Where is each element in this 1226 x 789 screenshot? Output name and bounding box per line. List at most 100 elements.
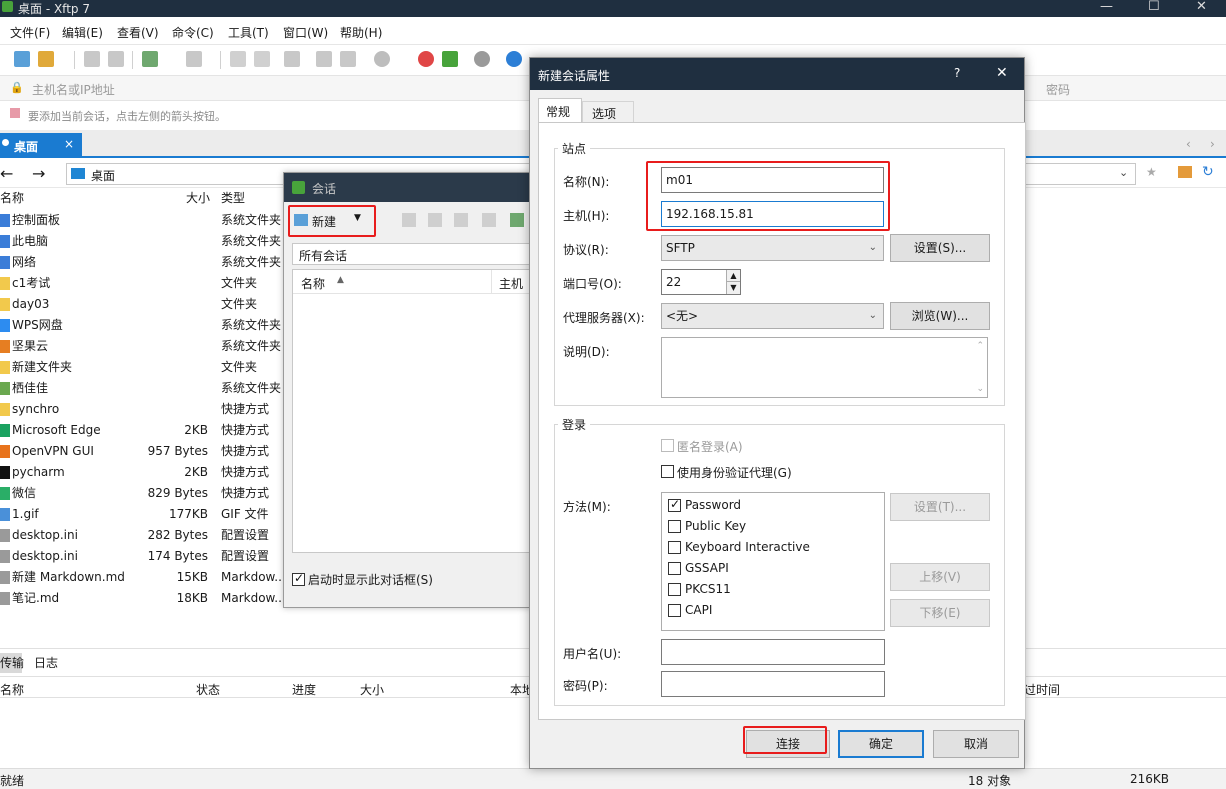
- method-checkbox[interactable]: [668, 583, 681, 596]
- tab-transfer[interactable]: 传输: [0, 654, 24, 671]
- file-row[interactable]: 新建文件夹 文件夹: [0, 357, 290, 378]
- password-input[interactable]: [661, 671, 885, 697]
- file-row[interactable]: 栖佳佳 系统文件夹: [0, 378, 290, 399]
- scroll-up-icon[interactable]: ⌃: [976, 341, 984, 351]
- port-up-icon[interactable]: ▲: [726, 270, 740, 282]
- method-checkbox[interactable]: [668, 520, 681, 533]
- close-window-icon[interactable]: ✕: [1196, 0, 1207, 14]
- xshell-icon[interactable]: [418, 51, 434, 67]
- scroll-down-icon[interactable]: ⌄: [976, 384, 984, 394]
- transfer-col-progress[interactable]: 进度: [292, 681, 316, 698]
- tab-desktop[interactable]: 桌面 ×: [0, 133, 82, 158]
- tab-next-icon[interactable]: ›: [1210, 137, 1215, 151]
- swap-icon[interactable]: [284, 51, 300, 67]
- refresh-icon[interactable]: ↻: [1202, 164, 1214, 180]
- menu-tools[interactable]: 工具(T): [228, 24, 269, 41]
- menu-window[interactable]: 窗口(W): [283, 24, 328, 41]
- session-list[interactable]: 名称 ▲ 主机: [292, 269, 532, 553]
- file-row[interactable]: pycharm 2KB 快捷方式: [0, 462, 290, 483]
- method-checkbox[interactable]: [668, 604, 681, 617]
- home-icon[interactable]: [1178, 166, 1192, 178]
- menu-command[interactable]: 命令(C): [172, 24, 214, 41]
- cancel-button[interactable]: 取消: [933, 730, 1019, 758]
- session-properties-icon[interactable]: [510, 213, 524, 227]
- paste-session-icon[interactable]: [454, 213, 468, 227]
- port-input[interactable]: 22 ▲ ▼: [661, 269, 741, 295]
- transfer-col-status[interactable]: 状态: [196, 681, 220, 698]
- open-folder-icon[interactable]: [38, 51, 54, 67]
- transfer-col-time[interactable]: 过时间: [1024, 681, 1060, 698]
- globe-icon[interactable]: [374, 51, 390, 67]
- path-dropdown-icon[interactable]: ⌄: [1119, 166, 1128, 179]
- move-down-button[interactable]: 下移(E): [890, 599, 990, 627]
- proxy-browse-button[interactable]: 浏览(W)...: [890, 302, 990, 330]
- terminal-icon[interactable]: [186, 51, 202, 67]
- delete-session-icon[interactable]: [482, 213, 496, 227]
- transfer-icon[interactable]: [142, 51, 158, 67]
- new-session-icon[interactable]: [14, 51, 30, 67]
- xftp-icon[interactable]: [442, 51, 458, 67]
- port-down-icon[interactable]: ▼: [726, 282, 740, 294]
- file-row[interactable]: 新建 Markdown.md 15KB Markdow...: [0, 567, 290, 588]
- method-list[interactable]: Password Public Key Keyboard Interactive GS…: [661, 492, 885, 631]
- back-icon[interactable]: ←: [0, 164, 13, 183]
- transfer-col-size[interactable]: 大小: [360, 681, 384, 698]
- file-row[interactable]: 控制面板 系统文件夹: [0, 210, 290, 231]
- tab-general[interactable]: 常规: [538, 98, 582, 122]
- method-settings-button[interactable]: 设置(T)...: [890, 493, 990, 521]
- username-input[interactable]: [661, 639, 885, 665]
- file-row[interactable]: synchro 快捷方式: [0, 399, 290, 420]
- unlink-icon[interactable]: [108, 51, 124, 67]
- document-icon[interactable]: [230, 51, 246, 67]
- document2-icon[interactable]: [254, 51, 270, 67]
- file-row[interactable]: c1考试 文件夹: [0, 273, 290, 294]
- file-row[interactable]: desktop.ini 282 Bytes 配置设置: [0, 525, 290, 546]
- file-row[interactable]: OpenVPN GUI 957 Bytes 快捷方式: [0, 441, 290, 462]
- description-textarea[interactable]: ⌃ ⌄: [661, 337, 988, 398]
- file-row[interactable]: 此电脑 系统文件夹: [0, 231, 290, 252]
- session-col-host[interactable]: 主机: [499, 275, 523, 292]
- file-row[interactable]: Microsoft Edge 2KB 快捷方式: [0, 420, 290, 441]
- transfer-col-name[interactable]: 名称: [0, 681, 24, 698]
- help-button[interactable]: ?: [954, 66, 960, 80]
- menu-file[interactable]: 文件(F): [10, 24, 50, 41]
- file-row[interactable]: 坚果云 系统文件夹: [0, 336, 290, 357]
- star-icon[interactable]: ★: [1146, 165, 1157, 179]
- menu-view[interactable]: 查看(V): [117, 24, 159, 41]
- file-row[interactable]: WPS网盘 系统文件夹: [0, 315, 290, 336]
- menu-edit[interactable]: 编辑(E): [62, 24, 103, 41]
- copy-icon[interactable]: [316, 51, 332, 67]
- protocol-settings-button[interactable]: 设置(S)...: [890, 234, 990, 262]
- col-size-header[interactable]: 大小: [186, 188, 210, 209]
- minimize-icon[interactable]: —: [1100, 0, 1113, 14]
- tab-prev-icon[interactable]: ‹: [1186, 137, 1191, 151]
- gear-icon[interactable]: [474, 51, 490, 67]
- method-checkbox[interactable]: [668, 541, 681, 554]
- host-input[interactable]: 主机名或IP地址: [32, 81, 115, 98]
- file-row[interactable]: 微信 829 Bytes 快捷方式: [0, 483, 290, 504]
- method-checkbox[interactable]: [668, 497, 681, 512]
- paste-icon[interactable]: [340, 51, 356, 67]
- proxy-select[interactable]: <无> ⌄: [661, 303, 884, 329]
- tab-log[interactable]: 日志: [34, 654, 58, 671]
- tab-close-icon[interactable]: ×: [64, 137, 74, 151]
- ok-button[interactable]: 确定: [838, 730, 924, 758]
- session-col-name[interactable]: 名称: [301, 275, 325, 292]
- file-row[interactable]: day03 文件夹: [0, 294, 290, 315]
- session-folder-path[interactable]: 所有会话: [292, 243, 532, 265]
- file-row[interactable]: desktop.ini 174 Bytes 配置设置: [0, 546, 290, 567]
- copy-session-icon[interactable]: [428, 213, 442, 227]
- anonymous-checkbox[interactable]: [661, 439, 674, 452]
- agent-checkbox[interactable]: [661, 465, 674, 478]
- help-icon[interactable]: [506, 51, 522, 67]
- method-checkbox[interactable]: [668, 562, 681, 575]
- file-row[interactable]: 1.gif 177KB GIF 文件: [0, 504, 290, 525]
- file-row[interactable]: 网络 系统文件夹: [0, 252, 290, 273]
- password-input[interactable]: 密码: [1046, 81, 1070, 98]
- col-name-header[interactable]: 名称: [0, 188, 24, 209]
- startup-checkbox[interactable]: [292, 571, 305, 586]
- forward-icon[interactable]: →: [32, 164, 45, 183]
- link-icon[interactable]: [84, 51, 100, 67]
- tab-options[interactable]: 选项: [582, 101, 634, 122]
- close-dialog-button[interactable]: ✕: [996, 65, 1008, 81]
